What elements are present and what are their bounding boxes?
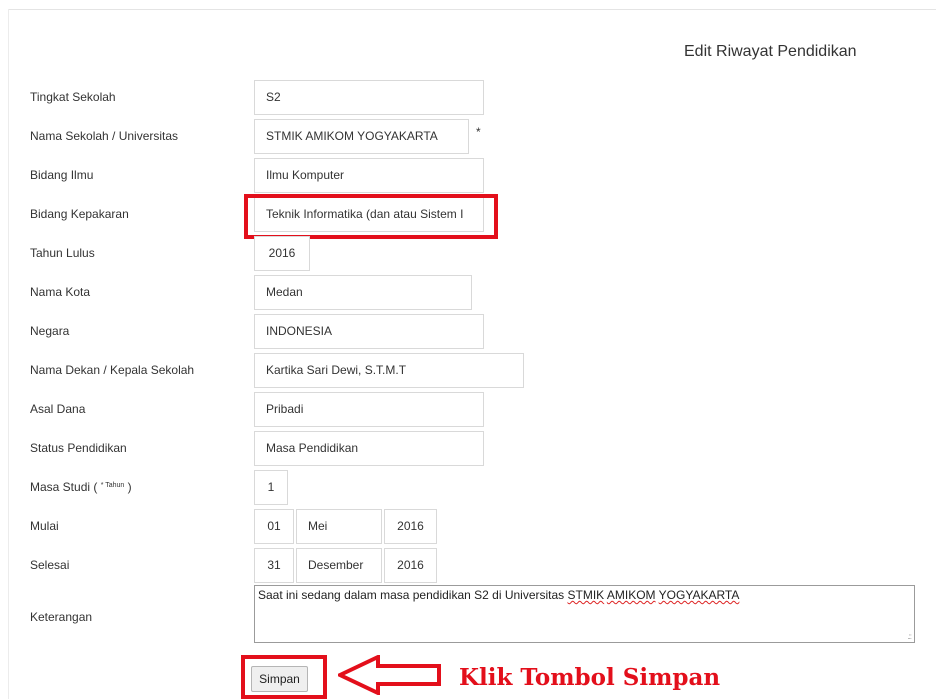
nama-kota-input[interactable]: Medan bbox=[254, 275, 472, 310]
callout-text: Klik Tombol Simpan bbox=[459, 664, 721, 691]
status-pendidikan-label: Status Pendidikan bbox=[30, 441, 127, 455]
selesai-day-input[interactable]: 31 bbox=[254, 548, 294, 583]
page-title: Edit Riwayat Pendidikan bbox=[684, 43, 857, 60]
tingkat-sekolah-input[interactable]: S2 bbox=[254, 80, 484, 115]
mulai-label: Mulai bbox=[30, 519, 59, 533]
keterangan-textarea[interactable]: Saat ini sedang dalam masa pendidikan S2… bbox=[254, 585, 915, 643]
nama-dekan-input[interactable]: Kartika Sari Dewi, S.T.M.T bbox=[254, 353, 524, 388]
selesai-label: Selesai bbox=[30, 558, 70, 572]
masa-studi-unit-note: * Tahun bbox=[100, 482, 125, 489]
nama-kota-label: Nama Kota bbox=[30, 285, 91, 299]
mulai-day-input[interactable]: 01 bbox=[254, 509, 294, 544]
mulai-year-input[interactable]: 2016 bbox=[384, 509, 437, 544]
simpan-button[interactable]: Simpan bbox=[251, 666, 308, 692]
asal-dana-label: Asal Dana bbox=[30, 402, 86, 416]
keterangan-word-1: STMIK bbox=[567, 588, 605, 602]
selesai-month-input[interactable]: Desember bbox=[296, 548, 382, 583]
keterangan-word-3: YOGYAKARTA bbox=[658, 588, 740, 602]
negara-label: Negara bbox=[30, 324, 70, 338]
mulai-month-input[interactable]: Mei bbox=[296, 509, 382, 544]
resize-handle-icon[interactable]: .:: bbox=[907, 632, 912, 641]
selesai-year-input[interactable]: 2016 bbox=[384, 548, 437, 583]
bidang-ilmu-input[interactable]: Ilmu Komputer bbox=[254, 158, 484, 193]
tahun-lulus-label: Tahun Lulus bbox=[30, 246, 95, 260]
nama-sekolah-label: Nama Sekolah / Universitas bbox=[30, 129, 179, 143]
masa-studi-label: Masa Studi ( * Tahun ) bbox=[30, 480, 132, 494]
masa-studi-label-text: Masa Studi ( bbox=[30, 480, 98, 494]
bidang-kepakaran-label: Bidang Kepakaran bbox=[30, 207, 129, 221]
tahun-lulus-input[interactable]: 2016 bbox=[254, 236, 310, 271]
keterangan-text: Saat ini sedang dalam masa pendidikan S2… bbox=[258, 588, 568, 602]
left-arrow-icon bbox=[338, 655, 441, 695]
bidang-ilmu-label: Bidang Ilmu bbox=[30, 168, 94, 182]
nama-dekan-label: Nama Dekan / Kepala Sekolah bbox=[30, 363, 195, 377]
nama-sekolah-input[interactable]: STMIK AMIKOM YOGYAKARTA bbox=[254, 119, 469, 154]
keterangan-word-2: AMIKOM bbox=[606, 588, 656, 602]
masa-studi-input[interactable]: 1 bbox=[254, 470, 288, 505]
keterangan-label: Keterangan bbox=[30, 610, 93, 624]
bidang-kepakaran-input[interactable]: Teknik Informatika (dan atau Sistem I bbox=[254, 197, 484, 232]
status-pendidikan-input[interactable]: Masa Pendidikan bbox=[254, 431, 484, 466]
tingkat-sekolah-label: Tingkat Sekolah bbox=[30, 90, 116, 104]
negara-input[interactable]: INDONESIA bbox=[254, 314, 484, 349]
required-marker: * bbox=[476, 125, 481, 139]
top-divider bbox=[8, 9, 936, 10]
asal-dana-input[interactable]: Pribadi bbox=[254, 392, 484, 427]
left-divider bbox=[8, 9, 9, 699]
masa-studi-label-close: ) bbox=[127, 480, 132, 494]
